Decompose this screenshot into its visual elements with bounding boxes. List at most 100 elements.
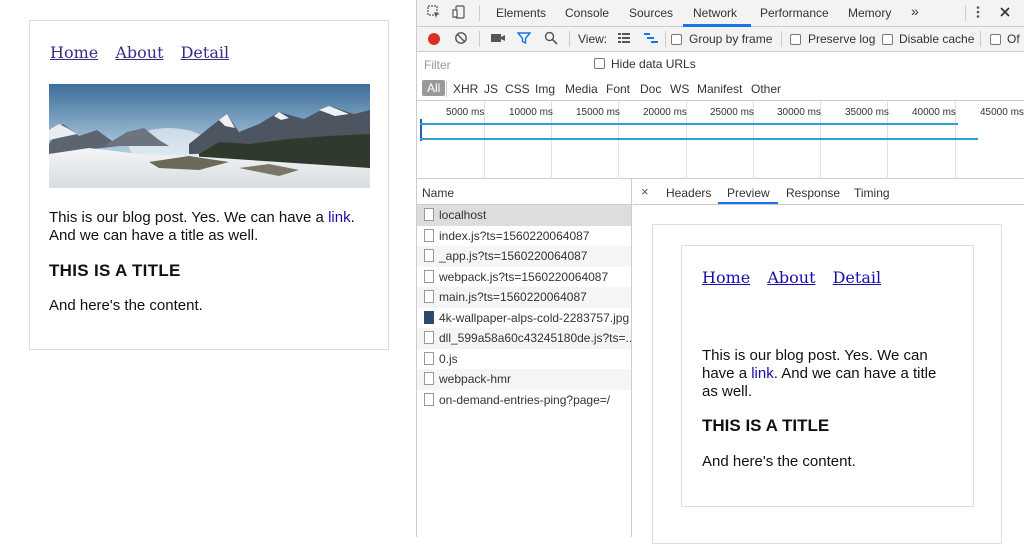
timeline-tick: 35000 ms — [845, 107, 889, 118]
request-name: webpack.js?ts=1560220064087 — [439, 269, 609, 284]
toolbar-divider — [446, 81, 447, 97]
request-row[interactable]: _app.js?ts=1560220064087 — [417, 246, 631, 267]
request-name: main.js?ts=1560220064087 — [439, 290, 587, 304]
more-tabs-icon[interactable]: » — [911, 3, 919, 19]
request-row[interactable]: webpack.js?ts=1560220064087 — [417, 267, 631, 288]
nav-about-link[interactable]: About — [115, 43, 163, 62]
tab-sources[interactable]: Sources — [629, 6, 673, 20]
timeline-tick: 25000 ms — [710, 107, 754, 118]
close-devtools-icon[interactable] — [997, 5, 1013, 21]
request-name: on-demand-entries-ping?page=/ — [439, 392, 611, 407]
type-filter-media[interactable]: Media — [565, 82, 598, 96]
group-by-frame-checkbox[interactable] — [671, 34, 682, 45]
offline-checkbox[interactable] — [990, 34, 1001, 45]
preview-post-title: THIS IS A TITLE — [702, 416, 830, 435]
preserve-log-checkbox[interactable] — [790, 34, 801, 45]
document-icon — [424, 372, 434, 385]
nav-home-link[interactable]: Home — [50, 43, 98, 62]
devtools-tab-bar: Elements Console Sources Network Perform… — [417, 0, 1024, 27]
post-title: THIS IS A TITLE — [49, 261, 181, 280]
browser-page: Home About Detail This is our blog post.… — [0, 0, 416, 537]
close-detail-icon[interactable]: × — [641, 184, 649, 199]
request-row[interactable]: 4k-wallpaper-alps-cold-2283757.jpg — [417, 308, 631, 329]
toolbar-divider — [479, 31, 480, 47]
request-name: localhost — [439, 208, 487, 222]
disable-cache-checkbox[interactable] — [882, 34, 893, 45]
screenshot-camera-icon[interactable] — [490, 31, 506, 47]
type-filter-doc[interactable]: Doc — [640, 82, 661, 96]
device-toolbar-icon[interactable] — [451, 5, 467, 21]
nav-detail-link[interactable]: Detail — [181, 43, 230, 62]
post-text-before-link: This is our blog post. Yes. We can have … — [49, 209, 329, 226]
type-filter-css[interactable]: CSS — [505, 82, 530, 96]
disable-cache-label: Disable cache — [899, 32, 975, 46]
name-column-header[interactable]: Name — [417, 179, 631, 205]
filter-input[interactable] — [420, 56, 578, 74]
timeline-tick: 15000 ms — [576, 107, 620, 118]
request-row[interactable]: main.js?ts=1560220064087 — [417, 287, 631, 308]
request-row[interactable]: 0.js — [417, 349, 631, 370]
type-filter-js[interactable]: JS — [484, 82, 498, 96]
type-filter-manifest[interactable]: Manifest — [697, 82, 742, 96]
type-filter-all[interactable]: All — [422, 80, 446, 96]
toolbar-divider — [665, 31, 666, 47]
search-icon[interactable] — [543, 31, 559, 47]
document-icon — [424, 208, 434, 221]
request-list: Name localhost index.js?ts=1560220064087… — [417, 179, 632, 537]
preview-nav-detail-link[interactable]: Detail — [833, 268, 882, 287]
filter-funnel-icon[interactable] — [516, 31, 532, 47]
toolbar-divider — [479, 5, 480, 21]
preview-post-content: And here's the content. — [702, 453, 856, 470]
type-filter-font[interactable]: Font — [606, 82, 630, 96]
type-filter-other[interactable]: Other — [751, 82, 781, 96]
preview-frame: Home About Detail This is our blog post.… — [652, 224, 1002, 544]
type-filter-xhr[interactable]: XHR — [453, 82, 478, 96]
group-by-frame-label: Group by frame — [689, 32, 773, 46]
post-link[interactable]: link — [328, 209, 351, 226]
post-content: And here's the content. — [49, 297, 203, 314]
timeline-tick: 20000 ms — [643, 107, 687, 118]
request-row[interactable]: on-demand-entries-ping?page=/ — [417, 390, 631, 411]
inspect-element-icon[interactable] — [426, 5, 442, 21]
preview-blog-card: Home About Detail This is our blog post.… — [681, 245, 974, 507]
tab-console[interactable]: Console — [565, 6, 609, 20]
offline-label: Of — [1007, 32, 1020, 46]
large-rows-icon[interactable] — [616, 31, 632, 47]
preview-nav-home-link[interactable]: Home — [702, 268, 750, 287]
request-row[interactable]: localhost — [417, 205, 631, 226]
preserve-log-label: Preserve log — [808, 32, 876, 46]
post-paragraph: This is our blog post. Yes. We can have … — [49, 209, 379, 245]
timeline-tick: 40000 ms — [912, 107, 956, 118]
tab-preview[interactable]: Preview — [727, 186, 770, 200]
document-icon — [424, 228, 434, 242]
tab-elements[interactable]: Elements — [496, 6, 546, 20]
tab-network[interactable]: Network — [693, 6, 737, 20]
hide-data-urls-checkbox[interactable] — [594, 58, 605, 69]
tab-timing[interactable]: Timing — [854, 186, 890, 200]
timeline-tick: 10000 ms — [509, 107, 553, 118]
preview-post-link[interactable]: link — [751, 365, 774, 382]
tab-memory[interactable]: Memory — [848, 6, 891, 20]
preview-nav-about-link[interactable]: About — [767, 268, 815, 287]
waterfall-overview-icon[interactable] — [643, 31, 659, 47]
timeline-overview[interactable]: 5000 ms 10000 ms 15000 ms 20000 ms 25000… — [417, 101, 1024, 179]
tab-headers[interactable]: Headers — [666, 186, 711, 200]
document-icon — [424, 351, 434, 365]
clear-icon[interactable] — [453, 31, 469, 47]
kebab-menu-icon[interactable] — [970, 5, 986, 21]
hero-image — [49, 84, 370, 188]
request-row[interactable]: index.js?ts=1560220064087 — [417, 226, 631, 247]
tab-performance[interactable]: Performance — [760, 6, 829, 20]
preview-post-paragraph: This is our blog post. Yes. We can have … — [702, 347, 952, 401]
hide-data-urls-label: Hide data URLs — [611, 57, 696, 71]
request-name: webpack-hmr — [439, 372, 512, 386]
request-name: dll_599a58a60c43245180de.js?ts=... — [439, 331, 631, 345]
toolbar-divider — [781, 31, 782, 47]
toolbar-divider — [980, 31, 981, 47]
request-row[interactable]: webpack-hmr — [417, 369, 631, 390]
type-filter-img[interactable]: Img — [535, 82, 555, 96]
record-button[interactable] — [428, 33, 440, 45]
tab-response[interactable]: Response — [786, 186, 840, 200]
type-filter-ws[interactable]: WS — [670, 82, 689, 96]
request-row[interactable]: dll_599a58a60c43245180de.js?ts=... — [417, 328, 631, 349]
